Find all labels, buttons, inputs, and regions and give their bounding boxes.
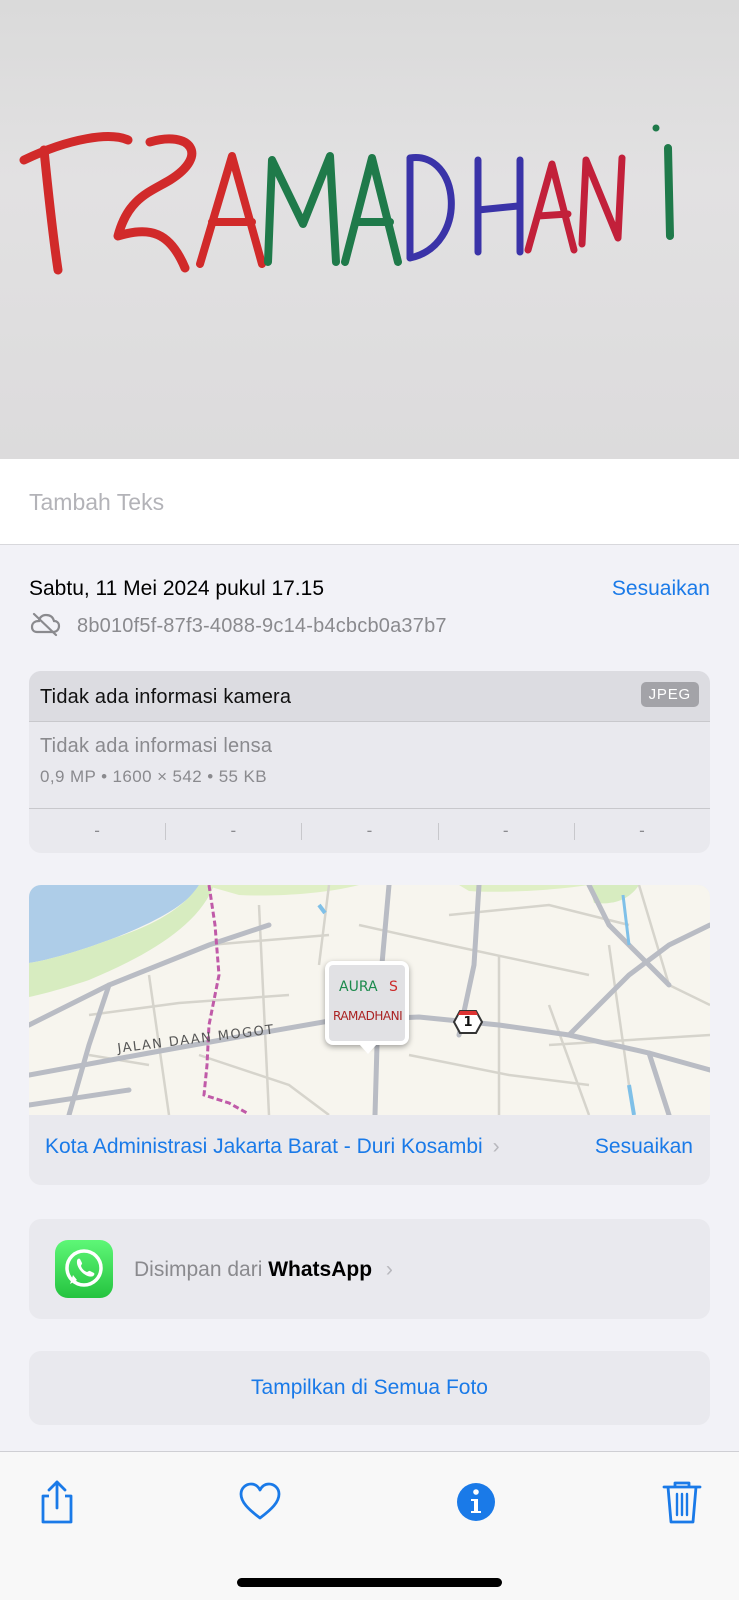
info-icon[interactable] — [452, 1478, 500, 1526]
handwritten-ramadhani-image — [19, 124, 674, 275]
photo-identifier: 8b010f5f-87f3-4088-9c14-b4cbcb0a37b7 — [77, 614, 447, 637]
location-link[interactable]: Kota Administrasi Jakarta Barat - Duri K… — [45, 1135, 500, 1159]
source-app-name: WhatsApp — [268, 1258, 373, 1281]
camera-info-header: Tidak ada informasi kamera JPEG — [29, 671, 710, 722]
location-map[interactable]: JALAN DAAN MOGOT AURA S RAMADHANI 1 — [29, 885, 710, 1115]
info-panel: Sabtu, 11 Mei 2024 pukul 17.15 Sesuaikan… — [0, 545, 739, 1451]
camera-title: Tidak ada informasi kamera — [40, 686, 292, 708]
exif-focal-length: - — [165, 809, 301, 853]
map-photo-pin[interactable]: AURA S RAMADHANI — [325, 961, 409, 1045]
cloud-slash-icon — [29, 611, 61, 642]
photo-viewer[interactable] — [0, 0, 739, 459]
show-in-all-photos-button[interactable]: Tampilkan di Semua Foto — [29, 1351, 710, 1425]
source-app-card[interactable]: Disimpan dari WhatsApp › — [29, 1219, 710, 1319]
photo-datetime: Sabtu, 11 Mei 2024 pukul 17.15 — [29, 577, 324, 600]
map-photo-thumbnail: AURA S RAMADHANI — [329, 965, 405, 1041]
route-shield-number: 1 — [463, 1015, 473, 1030]
thumbnail-text-bottom: RAMADHANI — [333, 1009, 403, 1023]
exif-exposure-bias: - — [301, 809, 437, 853]
caption-field[interactable]: Tambah Teks — [0, 459, 739, 545]
format-badge: JPEG — [640, 682, 699, 707]
image-specs: 0,9 MP • 1600 × 542 • 55 KB — [40, 767, 268, 786]
thumbnail-text-top-right: S — [389, 979, 398, 995]
source-prefix: Disimpan dari — [134, 1258, 263, 1281]
map-pin-pointer — [359, 1044, 377, 1054]
exif-aperture: - — [437, 809, 574, 853]
chevron-right-icon: › — [492, 1135, 500, 1158]
lens-info: Tidak ada informasi lensa — [40, 735, 273, 757]
location-card: JALAN DAAN MOGOT AURA S RAMADHANI 1 Kota… — [29, 885, 710, 1185]
exif-shutter-speed: - — [573, 809, 710, 853]
source-app-label: Disimpan dari WhatsApp › — [134, 1258, 393, 1282]
heart-icon[interactable] — [236, 1478, 284, 1526]
route-shield-icon: 1 — [453, 1009, 483, 1035]
whatsapp-icon — [55, 1240, 113, 1298]
identifier-row: 8b010f5f-87f3-4088-9c14-b4cbcb0a37b7 — [29, 611, 447, 641]
thumbnail-text-top-left: AURA — [339, 979, 378, 995]
adjust-date-button[interactable]: Sesuaikan — [612, 577, 710, 601]
caption-placeholder: Tambah Teks — [29, 489, 165, 515]
camera-info-card: Tidak ada informasi kamera JPEG Tidak ad… — [29, 671, 710, 853]
exif-iso: - — [94, 821, 100, 840]
home-indicator[interactable] — [237, 1578, 502, 1587]
adjust-location-button[interactable]: Sesuaikan — [595, 1135, 693, 1159]
share-icon[interactable] — [33, 1478, 81, 1526]
chevron-right-icon: › — [385, 1258, 393, 1281]
exif-row: - - - - - — [29, 808, 710, 853]
location-name: Kota Administrasi Jakarta Barat - Duri K… — [45, 1135, 483, 1158]
trash-icon[interactable] — [658, 1478, 706, 1526]
